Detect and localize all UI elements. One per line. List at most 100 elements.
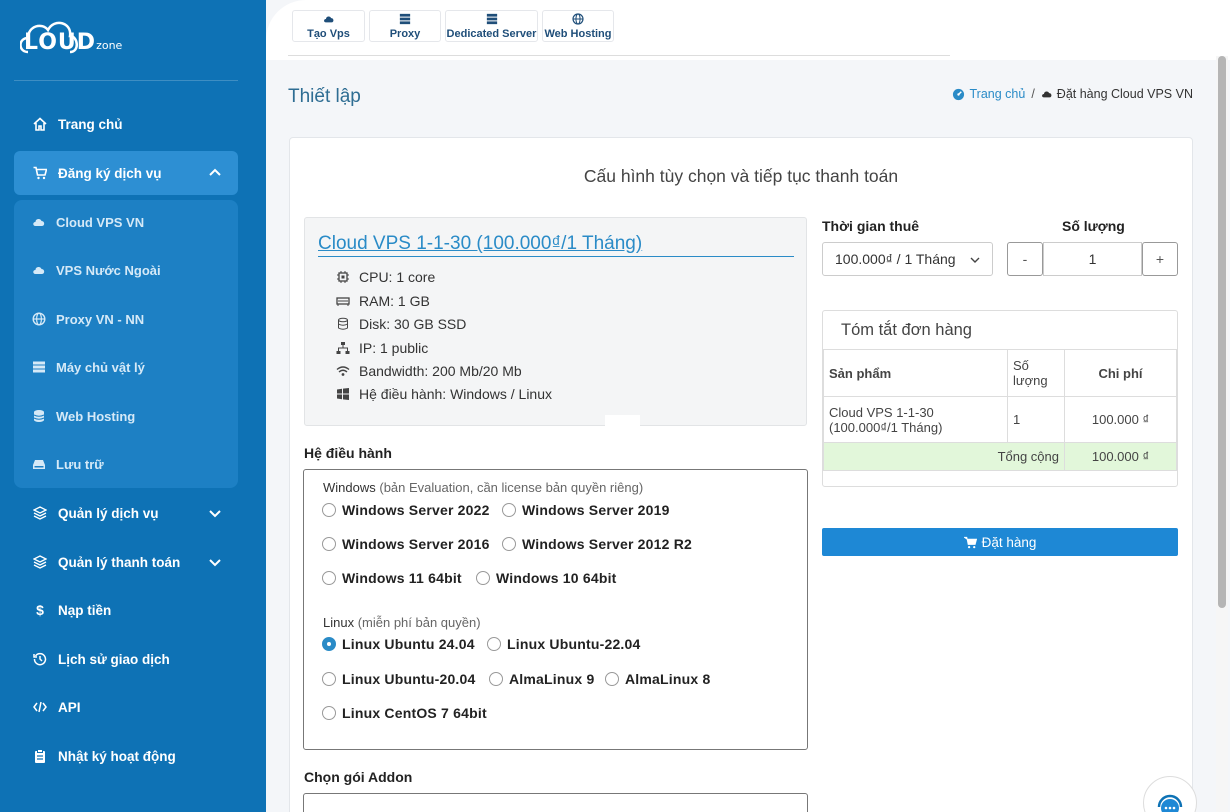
topnav-label: Web Hosting: [544, 28, 612, 40]
globe-icon: [32, 312, 46, 326]
sidebar-item-label: Trang chủ: [58, 116, 123, 132]
rental-period-select[interactable]: 100.000₫ / 1 Tháng: [822, 242, 993, 276]
os-option[interactable]: Windows 10 64bit: [476, 568, 617, 588]
cell-qty: 1: [1007, 396, 1065, 443]
sidebar-sub-dedicated[interactable]: Máy chủ vật lý: [14, 349, 238, 385]
breadcrumb: Trang chủ / Đặt hàng Cloud VPS VN: [952, 87, 1193, 101]
cell-product: Cloud VPS 1-1-30 (100.000₫/1 Tháng): [823, 396, 1008, 443]
os-option[interactable]: AlmaLinux 8: [605, 669, 710, 689]
quantity-decrement-button[interactable]: -: [1007, 242, 1043, 276]
server-icon: [32, 360, 46, 374]
topnav-dedicated-server[interactable]: Dedicated Server: [445, 10, 538, 42]
os-section-label: Hệ điều hành: [304, 445, 392, 461]
breadcrumb-home-label: Trang chủ: [969, 87, 1026, 101]
sidebar-item-top-up[interactable]: $ Nạp tiền: [14, 589, 238, 631]
topnav-create-vps[interactable]: Tạo Vps: [292, 10, 365, 42]
quantity-input[interactable]: 1: [1043, 242, 1142, 276]
sidebar-item-payment-management[interactable]: Quản lý thanh toán: [14, 541, 238, 583]
spec-text: Bandwidth: 200 Mb/20 Mb: [359, 363, 522, 379]
memory-icon: [336, 294, 350, 308]
os-option-label: Linux CentOS 7 64bit: [342, 705, 487, 721]
sidebar-sub-web-hosting[interactable]: Web Hosting: [14, 398, 238, 434]
os-option-label: AlmaLinux 8: [625, 671, 711, 687]
sidebar: LOUDzone Trang chủ Đăng ký dịch vụ Cloud…: [0, 0, 266, 812]
rental-period-value: 100.000₫ / 1 Tháng: [835, 251, 956, 267]
sidebar-item-home[interactable]: Trang chủ: [14, 103, 238, 145]
sidebar-item-label: Nhật ký hoạt động: [58, 748, 176, 764]
dashboard-icon: [953, 88, 965, 100]
cloud-icon: [323, 16, 333, 23]
topnav-web-hosting[interactable]: Web Hosting: [542, 10, 614, 42]
sidebar-sub-proxy[interactable]: Proxy VN - NN: [14, 301, 238, 337]
submenu-register-service: [14, 200, 238, 488]
topnav-label: Proxy: [389, 28, 421, 40]
radio-button[interactable]: [322, 571, 336, 585]
radio-button[interactable]: [322, 706, 336, 720]
cloud-icon: [32, 263, 46, 277]
chat-headset-icon: [1157, 794, 1183, 812]
scrollbar-thumb[interactable]: [1218, 56, 1226, 608]
topnav-label: Tạo Vps: [307, 28, 350, 40]
sidebar-item-register-service[interactable]: Đăng ký dịch vụ: [14, 151, 238, 195]
breadcrumb-home[interactable]: Trang chủ: [952, 87, 1025, 101]
radio-button[interactable]: [322, 503, 336, 517]
os-option-label: Windows Server 2012 R2: [522, 536, 693, 552]
place-order-button[interactable]: Đặt hàng: [822, 528, 1178, 556]
radio-button-checked[interactable]: [322, 637, 336, 651]
os-option-label: Linux Ubuntu-20.04: [342, 671, 476, 687]
os-option[interactable]: Linux CentOS 7 64bit: [322, 703, 487, 723]
os-option[interactable]: Windows Server 2022: [322, 500, 490, 520]
sidebar-item-transaction-history[interactable]: Lịch sử giao dịch: [14, 638, 238, 680]
sidebar-item-api[interactable]: API: [14, 686, 238, 728]
os-option[interactable]: AlmaLinux 9: [489, 669, 594, 689]
sidebar-sub-storage[interactable]: Lưu trữ: [14, 446, 238, 482]
os-option[interactable]: Windows 11 64bit: [322, 568, 462, 588]
spec-ram: RAM: 1 GB: [336, 291, 430, 311]
radio-button[interactable]: [605, 672, 619, 686]
sidebar-sub-vps-foreign[interactable]: VPS Nước Ngoài: [14, 252, 238, 288]
sub-item-label: VPS Nước Ngoài: [56, 262, 161, 278]
sidebar-item-label: Đăng ký dịch vụ: [58, 165, 162, 181]
cart-icon: [32, 165, 48, 181]
os-option-label: Linux Ubuntu-22.04: [507, 636, 641, 652]
sidebar-sub-cloud-vps-vn[interactable]: Cloud VPS VN: [14, 204, 238, 240]
topnav-proxy[interactable]: Proxy: [369, 10, 441, 42]
spec-ip: IP: 1 public: [336, 338, 428, 358]
os-option[interactable]: Windows Server 2016: [322, 534, 490, 554]
sidebar-item-label: Lịch sử giao dịch: [58, 651, 170, 667]
quantity-increment-button[interactable]: +: [1142, 242, 1178, 276]
cloudzone-logo[interactable]: LOUDzone: [19, 12, 130, 58]
sidebar-item-service-management[interactable]: Quản lý dịch vụ: [14, 492, 238, 534]
breadcrumb-current-label: Đặt hàng Cloud VPS VN: [1056, 87, 1193, 101]
os-option[interactable]: Windows Server 2019: [502, 500, 670, 520]
addon-select-box[interactable]: [303, 793, 808, 812]
os-group-windows-title: Windows: [323, 480, 376, 495]
sidebar-item-label: Quản lý thanh toán: [58, 554, 181, 570]
sub-item-label: Web Hosting: [56, 408, 136, 424]
radio-button[interactable]: [487, 637, 501, 651]
os-option-selected[interactable]: Linux Ubuntu 24.04: [322, 634, 475, 654]
os-group-linux-title: Linux: [323, 615, 355, 630]
os-option[interactable]: Linux Ubuntu-20.04: [322, 669, 476, 689]
spec-text: Hệ điều hành: Windows / Linux: [359, 386, 552, 402]
radio-button[interactable]: [502, 537, 516, 551]
radio-button[interactable]: [322, 672, 336, 686]
chevron-down-icon: [209, 559, 221, 567]
os-option[interactable]: Windows Server 2012 R2: [502, 534, 692, 554]
cell-cost: 100.000 ₫: [1064, 396, 1177, 443]
table-total-row: Tổng cộng 100.000 ₫: [823, 442, 1177, 471]
radio-button[interactable]: [502, 503, 516, 517]
cloud-icon: [32, 215, 46, 229]
product-name[interactable]: Cloud VPS 1-1-30 (100.000₫/1 Tháng): [318, 233, 642, 255]
table-header-row: Sản phẩm Số lượng Chi phí: [823, 349, 1177, 397]
spec-text: IP: 1 public: [359, 340, 429, 356]
radio-button[interactable]: [322, 537, 336, 551]
sub-item-label: Máy chủ vật lý: [56, 359, 145, 375]
spec-text: Disk: 30 GB SSD: [359, 316, 467, 332]
radio-button[interactable]: [489, 672, 503, 686]
rental-period-label: Thời gian thuê: [822, 218, 920, 234]
os-option[interactable]: Linux Ubuntu-22.04: [487, 634, 641, 654]
os-option-label: Windows 10 64bit: [496, 570, 617, 586]
radio-button[interactable]: [476, 571, 490, 585]
sidebar-item-activity-log[interactable]: Nhật ký hoạt động: [14, 735, 238, 777]
